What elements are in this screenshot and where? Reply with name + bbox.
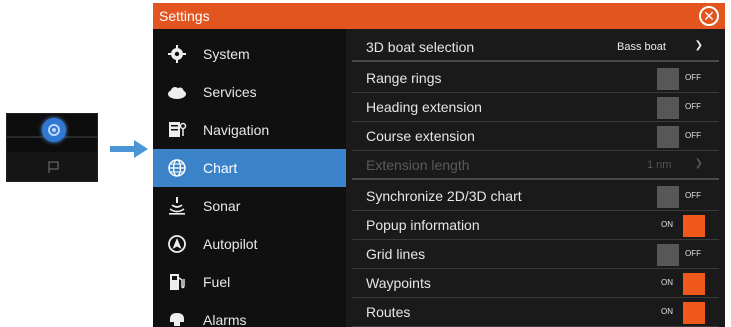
sidebar-item-label: Chart bbox=[203, 160, 238, 176]
setting-row-synchronize: Synchronize 2D/3D chart OFF bbox=[352, 182, 719, 211]
toggle-knob bbox=[683, 302, 705, 324]
waypoints-toggle[interactable]: ON bbox=[657, 273, 705, 295]
course-extension-toggle[interactable]: OFF bbox=[657, 126, 705, 148]
setting-row-grid-lines: Grid lines OFF bbox=[352, 240, 719, 269]
sidebar-item-chart[interactable]: Chart bbox=[153, 149, 346, 187]
routes-toggle[interactable]: ON bbox=[657, 302, 705, 324]
sidebar-item-services[interactable]: Services bbox=[153, 73, 346, 111]
chevron-down-icon: ❯ bbox=[694, 40, 703, 51]
chart-settings-panel: 3D boat selection Bass boat ❯ Range ring… bbox=[352, 29, 719, 327]
toggle-knob bbox=[657, 126, 679, 148]
settings-window: Settings ✕ System Services Navigation Ch… bbox=[153, 3, 725, 327]
setting-row-course-extension: Course extension OFF bbox=[352, 122, 719, 151]
setting-label: Synchronize 2D/3D chart bbox=[366, 188, 522, 204]
sidebar-item-label: System bbox=[203, 46, 250, 62]
setting-row-extension-length: Extension length 1 nm ❯ bbox=[352, 151, 719, 180]
toggle-knob bbox=[683, 273, 705, 295]
toggle-knob bbox=[657, 97, 679, 119]
sidebar-item-label: Services bbox=[203, 84, 257, 100]
navigation-icon bbox=[169, 122, 187, 137]
setting-label: Routes bbox=[366, 304, 411, 320]
setting-label: Waypoints bbox=[366, 275, 431, 291]
toggle-state: ON bbox=[661, 278, 673, 287]
heading-extension-toggle[interactable]: OFF bbox=[657, 97, 705, 119]
sidebar-item-label: Sonar bbox=[203, 198, 241, 214]
alarm-icon bbox=[170, 313, 184, 326]
setting-label: Extension length bbox=[366, 157, 470, 173]
setting-row-popup-information: Popup information ON bbox=[352, 211, 719, 240]
cloud-icon bbox=[168, 87, 186, 99]
toggle-state: ON bbox=[661, 220, 673, 229]
sidebar-item-navigation[interactable]: Navigation bbox=[153, 111, 346, 149]
toggle-state: OFF bbox=[685, 191, 701, 200]
toggle-state: OFF bbox=[685, 249, 701, 258]
setting-label: 3D boat selection bbox=[366, 39, 475, 55]
setting-label: Grid lines bbox=[366, 246, 426, 262]
range-rings-toggle[interactable]: OFF bbox=[657, 68, 705, 90]
autopilot-icon bbox=[168, 235, 186, 253]
fuel-pump-icon bbox=[170, 274, 185, 290]
setting-label: Heading extension bbox=[366, 99, 482, 115]
sonar-icon bbox=[169, 197, 185, 215]
sidebar-item-system[interactable]: System bbox=[153, 35, 346, 73]
settings-gear-icon bbox=[42, 118, 66, 142]
dropdown-value: Bass boat bbox=[617, 41, 666, 53]
setting-row-routes: Routes ON bbox=[352, 298, 719, 327]
toggle-knob bbox=[657, 244, 679, 266]
setting-label: Popup information bbox=[366, 217, 480, 233]
sidebar-item-label: Autopilot bbox=[203, 236, 258, 252]
toggle-knob bbox=[657, 186, 679, 208]
setting-label: Range rings bbox=[366, 70, 442, 86]
sidebar-item-alarms[interactable]: Alarms bbox=[153, 301, 346, 327]
close-button[interactable]: ✕ bbox=[699, 6, 719, 26]
sidebar-item-label: Navigation bbox=[203, 122, 270, 138]
dropdown-value: 1 nm bbox=[647, 159, 672, 171]
sidebar-item-sonar[interactable]: Sonar bbox=[153, 187, 346, 225]
setting-row-range-rings: Range rings OFF bbox=[352, 64, 719, 93]
device-screen-thumbnail bbox=[6, 113, 98, 182]
setting-row-waypoints: Waypoints ON bbox=[352, 269, 719, 298]
chevron-down-icon: ❯ bbox=[694, 158, 703, 169]
toggle-knob bbox=[657, 68, 679, 90]
sidebar-item-fuel[interactable]: Fuel bbox=[153, 263, 346, 301]
toggle-knob bbox=[683, 215, 705, 237]
settings-sidebar: System Services Navigation Chart Sonar A… bbox=[153, 29, 346, 327]
flag-icon bbox=[48, 161, 59, 173]
toggle-state: ON bbox=[661, 307, 673, 316]
popup-information-toggle[interactable]: ON bbox=[657, 215, 705, 237]
gear-icon bbox=[168, 45, 186, 63]
sidebar-item-label: Alarms bbox=[203, 312, 247, 327]
synchronize-toggle[interactable]: OFF bbox=[657, 186, 705, 208]
setting-label: Course extension bbox=[366, 128, 475, 144]
sidebar-item-label: Fuel bbox=[203, 274, 231, 290]
globe-icon bbox=[168, 159, 186, 177]
right-arrow-icon bbox=[110, 140, 148, 158]
close-icon: ✕ bbox=[703, 8, 715, 24]
boat-selection-dropdown[interactable]: Bass boat ❯ bbox=[609, 38, 709, 58]
setting-row-3d-boat: 3D boat selection Bass boat ❯ bbox=[352, 33, 719, 62]
setting-row-heading-extension: Heading extension OFF bbox=[352, 93, 719, 122]
grid-lines-toggle[interactable]: OFF bbox=[657, 244, 705, 266]
window-title: Settings bbox=[159, 8, 210, 24]
extension-length-dropdown[interactable]: 1 nm ❯ bbox=[639, 156, 709, 176]
sidebar-item-autopilot[interactable]: Autopilot bbox=[153, 225, 346, 263]
toggle-state: OFF bbox=[685, 131, 701, 140]
toggle-state: OFF bbox=[685, 73, 701, 82]
toggle-state: OFF bbox=[685, 102, 701, 111]
title-bar: Settings ✕ bbox=[153, 3, 725, 29]
